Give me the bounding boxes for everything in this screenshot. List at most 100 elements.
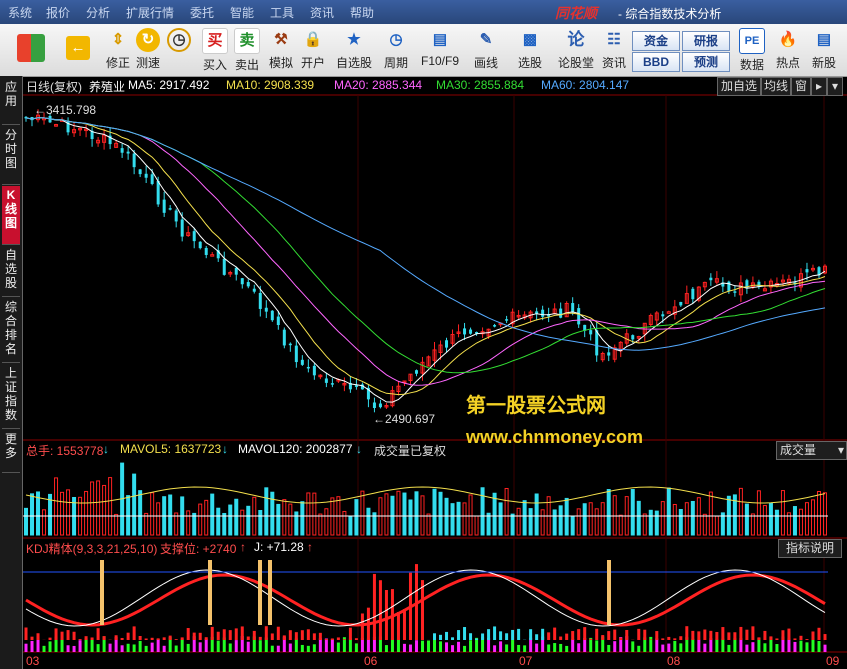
kdj-bottom-bar (439, 641, 443, 652)
mavol5-label: MAVOL5: 1637723 (120, 442, 222, 456)
kdj-histogram-bar (264, 626, 268, 640)
kdj-histogram-bar (402, 609, 406, 640)
volume-selector[interactable]: 成交量 ▾ (776, 441, 847, 460)
kdj-bottom-bar (294, 638, 298, 652)
candle-body (469, 329, 473, 334)
volume-bar (522, 500, 527, 536)
candle-body (126, 151, 130, 154)
volume-bar (774, 509, 779, 536)
kdj-histogram-bar (589, 638, 593, 640)
ma30-line (25, 117, 826, 374)
kdj-histogram-bar (475, 638, 479, 640)
kdj-bottom-bar (138, 640, 142, 652)
kline-chart[interactable] (0, 0, 847, 669)
kdj-bottom-bar (613, 641, 617, 652)
candle-body (246, 282, 250, 287)
kdj-histogram-bar (198, 632, 202, 640)
kdj-signal-bar (607, 560, 611, 625)
kdj-histogram-bar (282, 635, 286, 640)
kdj-bottom-bar (523, 645, 527, 652)
kdj-histogram-bar (222, 629, 226, 640)
kdj-histogram-bar (294, 632, 298, 640)
volume-bar (228, 504, 233, 536)
volume-selector-label: 成交量 (780, 443, 817, 457)
kdj-histogram-bar (342, 639, 346, 640)
chevron-right-icon[interactable]: ▸ (811, 77, 827, 96)
candle-body (805, 269, 809, 273)
ma5-line (25, 117, 826, 403)
kdj-histogram-bar (787, 628, 791, 640)
volume-bar (24, 507, 28, 536)
volume-bar (222, 512, 227, 536)
kdj-bottom-bar (420, 640, 424, 652)
volume-bar (204, 499, 209, 536)
volume-bar (186, 510, 191, 536)
sector-label: 养殖业 (89, 80, 126, 94)
volume-bar (486, 512, 491, 536)
kdj-histogram-bar (529, 629, 533, 640)
kdj-bottom-bar (559, 643, 563, 652)
kdj-bottom-bar (186, 643, 190, 652)
candle-body (252, 288, 256, 292)
kdj-histogram-bar (619, 637, 623, 640)
kdj-histogram-bar (823, 634, 827, 640)
kdj-histogram-bar (84, 636, 88, 640)
volume-bar (768, 502, 773, 536)
kdj-histogram-bar (607, 631, 611, 640)
kdj-histogram-bar (745, 629, 749, 640)
volume-bar (480, 487, 485, 536)
candle-body (691, 288, 695, 300)
kdj-histogram-bar (360, 613, 364, 640)
candle-body (120, 148, 124, 153)
kdj-bottom-bar (96, 644, 100, 652)
kdj-histogram-bar (499, 631, 503, 640)
kdj-histogram-bar (601, 635, 605, 640)
kdj-histogram-bar (372, 573, 376, 640)
add-watchlist-button[interactable]: 加自选 (717, 77, 761, 96)
candle-body (144, 173, 148, 178)
kdj-bottom-bar (511, 640, 515, 652)
volume-total: 总手: 1553778 (26, 444, 104, 458)
volume-bar (576, 508, 581, 536)
volume-bar (684, 502, 689, 536)
kdj-bottom-bar (631, 641, 635, 652)
kdj-histogram-bar (649, 639, 653, 640)
kdj-histogram-bar (330, 638, 334, 640)
volume-bar (192, 512, 197, 536)
kdj-bottom-bar (318, 638, 322, 652)
volume-bar (504, 487, 509, 536)
high-value: 3415.798 (46, 103, 97, 117)
kdj-histogram-bar (252, 630, 256, 640)
kdj-bottom-bar (366, 638, 370, 652)
candle-body (288, 343, 292, 346)
x-axis-label: 09 (826, 654, 840, 668)
indicator-explain-button[interactable]: 指标说明 (778, 539, 842, 558)
kdj-histogram-bar (114, 635, 118, 640)
kdj-histogram-bar (300, 630, 304, 640)
volume-bar (210, 493, 215, 536)
kdj-bottom-bar (667, 643, 671, 652)
kdj-signal-bar (258, 560, 262, 625)
kdj-bottom-bar (78, 640, 82, 652)
kdj-signal-bar (268, 560, 272, 625)
kdj-bottom-bar (727, 644, 731, 652)
candle-body (132, 153, 136, 168)
ma30-label: MA30: 2855.884 (436, 78, 525, 92)
volume-bar (426, 513, 431, 536)
high-annotation: ←3415.798 (34, 103, 97, 117)
kdj-histogram-bar (156, 638, 160, 640)
kdj-histogram-bar (288, 630, 292, 640)
candle-body (354, 385, 358, 387)
volume-bar (348, 515, 353, 536)
candle-body (180, 219, 184, 237)
kdj-signal-bar (208, 560, 212, 625)
window-button[interactable]: 窗 (791, 77, 811, 96)
ma-button[interactable]: 均线 (761, 77, 791, 96)
kdj-histogram-bar (126, 632, 130, 640)
chevron-down-icon[interactable]: ▾ (827, 77, 843, 96)
kdj-bottom-bar (30, 640, 34, 652)
kdj-bottom-bar (547, 644, 551, 652)
kdj-bottom-bar (445, 642, 449, 652)
volume-bar (570, 515, 575, 536)
volume-note: 成交量已复权 (374, 444, 447, 458)
